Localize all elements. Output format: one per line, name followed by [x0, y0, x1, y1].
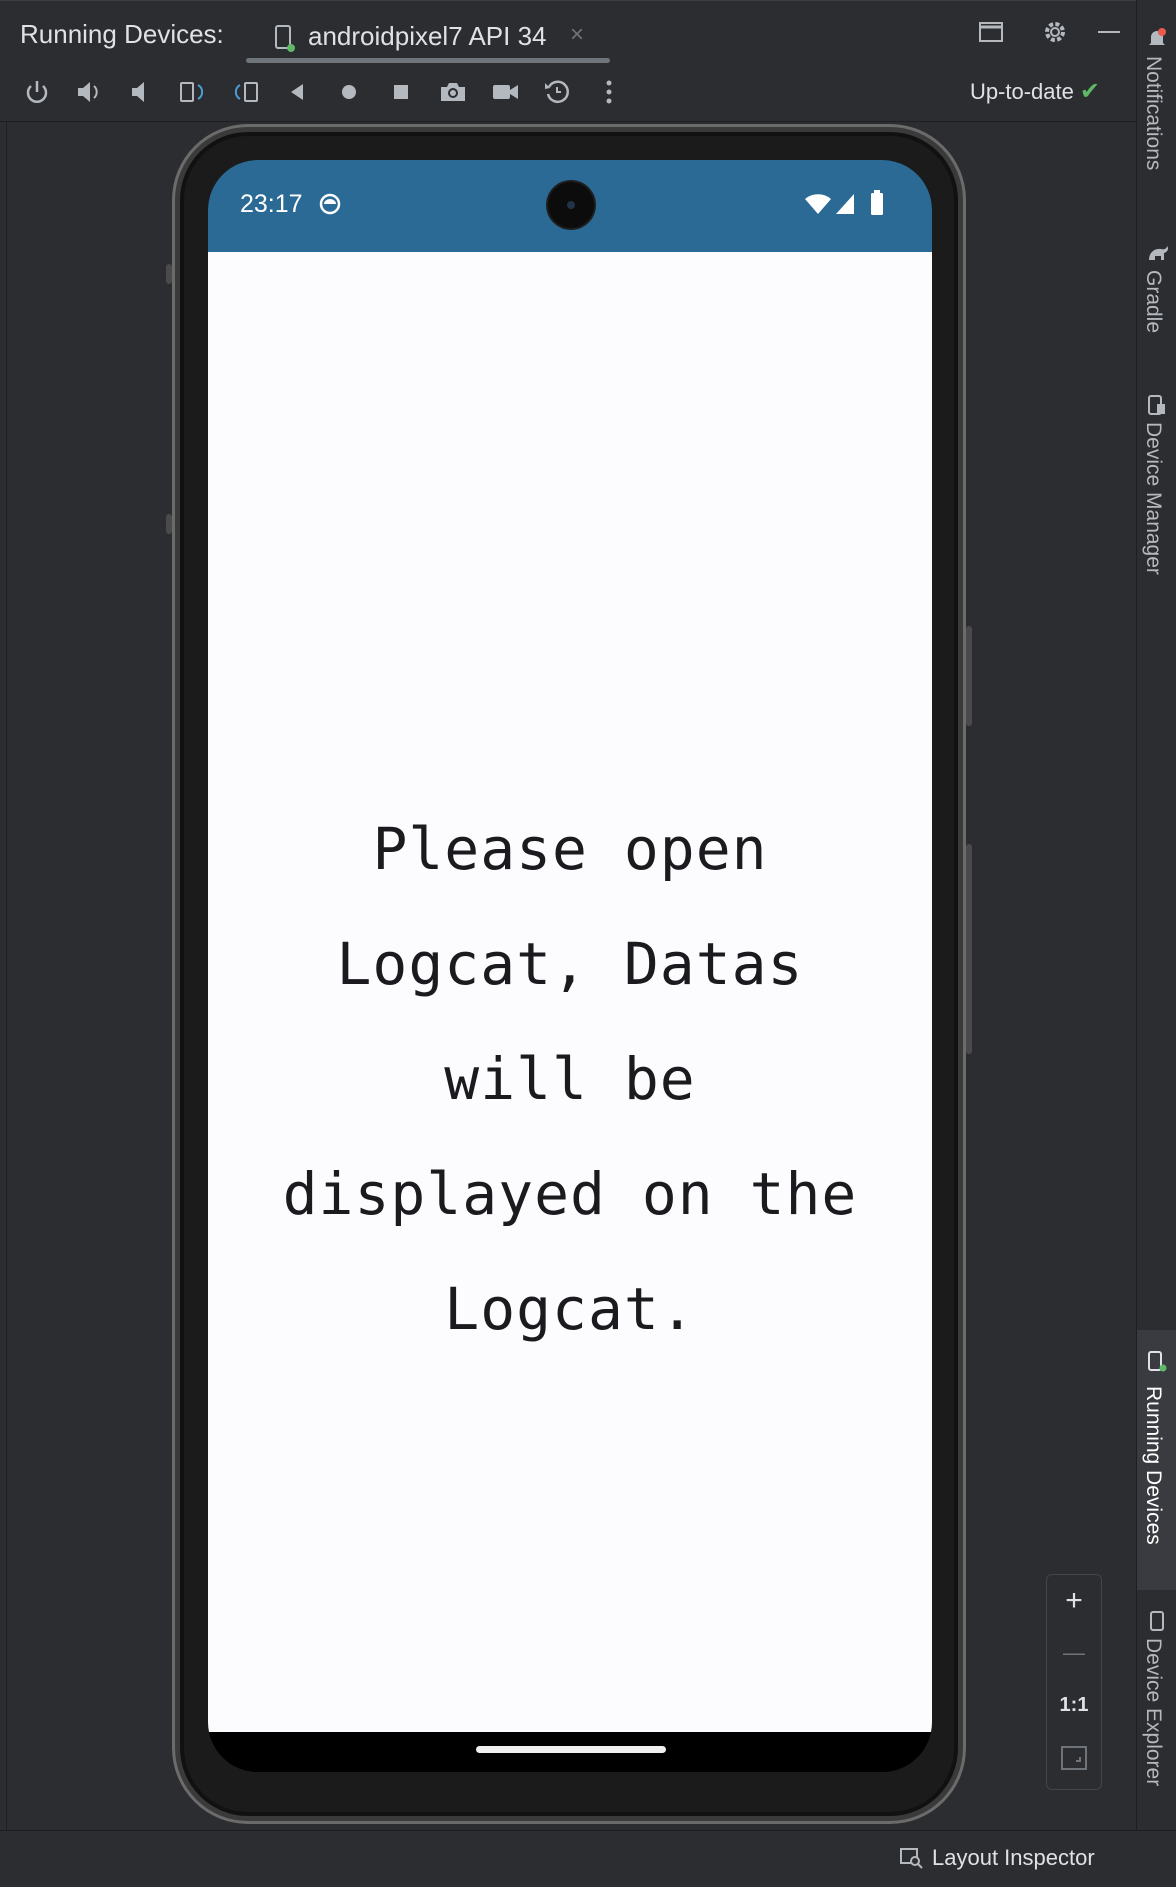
- actual-size-button[interactable]: 1:1: [1047, 1679, 1101, 1731]
- android-nav-bar: [208, 1732, 932, 1772]
- volume-down-icon[interactable]: [126, 77, 156, 107]
- running-devices-header: Running Devices: androidpixel7 API 34 ×: [0, 0, 1136, 64]
- message-line: Please open: [372, 815, 768, 883]
- fit-screen-button[interactable]: [1047, 1731, 1101, 1783]
- cellular-signal-icon: [834, 192, 856, 221]
- tool-tab-running-devices[interactable]: Running Devices: [1137, 1330, 1176, 1590]
- bell-icon: [1147, 28, 1167, 50]
- volume-up-icon[interactable]: [74, 77, 104, 107]
- device-explorer-icon: [1147, 1610, 1167, 1632]
- home-icon[interactable]: [334, 77, 364, 107]
- window-layout-icon[interactable]: [976, 17, 1006, 47]
- panel-title: Running Devices:: [20, 19, 224, 49]
- build-status-label: Up-to-date: [969, 79, 1074, 104]
- zoom-out-button[interactable]: —: [1047, 1627, 1101, 1679]
- device-tab-label: androidpixel7 API 34: [308, 21, 547, 51]
- message-line: will be: [444, 1045, 696, 1113]
- tool-tab-device-manager[interactable]: Device Manager: [1137, 388, 1176, 608]
- message-line: displayed on the: [282, 1160, 858, 1228]
- rotate-right-icon[interactable]: [230, 77, 260, 107]
- running-devices-icon: [1147, 1350, 1167, 1372]
- tool-tab-label: Device Explorer: [1142, 1638, 1165, 1787]
- settings-gear-icon[interactable]: [1040, 17, 1070, 47]
- tool-tab-label: Running Devices: [1142, 1386, 1165, 1545]
- power-icon[interactable]: [22, 77, 52, 107]
- tool-tab-label: Gradle: [1142, 270, 1165, 334]
- battery-icon: [870, 190, 884, 221]
- message-line: Logcat.: [444, 1275, 696, 1343]
- layout-inspector-button[interactable]: Layout Inspector: [900, 1845, 1095, 1871]
- rotate-left-icon[interactable]: [178, 77, 208, 107]
- message-line: Logcat, Datas: [336, 930, 804, 998]
- build-status: Up-to-date ✔: [970, 77, 1100, 106]
- close-tab-icon[interactable]: ×: [570, 21, 584, 49]
- frame-notch: [166, 514, 172, 534]
- device-icon: [274, 25, 296, 53]
- minimize-icon[interactable]: [1094, 17, 1124, 47]
- screen-record-icon[interactable]: [490, 77, 520, 107]
- overview-icon[interactable]: [386, 77, 416, 107]
- android-debug-icon: [318, 192, 342, 221]
- tool-tab-gradle[interactable]: Gradle: [1137, 236, 1176, 356]
- frame-notch: [166, 264, 172, 284]
- wifi-icon: [804, 192, 832, 221]
- app-content: Please open Logcat, Datas will be displa…: [208, 252, 932, 1732]
- device-tab[interactable]: androidpixel7 API 34 ×: [246, 11, 610, 63]
- front-camera: [548, 182, 594, 228]
- device-frame: 23:17 Please open Logcat, Datas will be …: [166, 124, 972, 1824]
- gesture-home-pill[interactable]: [476, 1746, 666, 1753]
- more-icon[interactable]: [594, 77, 624, 107]
- frame-power-button: [966, 626, 972, 726]
- device-screen[interactable]: 23:17 Please open Logcat, Datas will be …: [208, 160, 932, 1772]
- bottom-status-bar: Layout Inspector: [0, 1830, 1176, 1887]
- fit-screen-icon: [1061, 1746, 1087, 1771]
- status-time: 23:17: [240, 190, 303, 218]
- device-manager-icon: [1147, 394, 1167, 416]
- screenshot-icon[interactable]: [438, 77, 468, 107]
- tool-tab-label: Notifications: [1142, 56, 1165, 171]
- device-toolbar: Up-to-date ✔: [0, 63, 1136, 122]
- checkmark-icon: ✔: [1079, 78, 1100, 105]
- right-tool-strip: Notifications Gradle Device Manager Runn…: [1136, 0, 1176, 1886]
- frame-volume-button: [966, 844, 972, 1054]
- zoom-in-button[interactable]: +: [1047, 1575, 1101, 1627]
- back-icon[interactable]: [282, 77, 312, 107]
- tool-tab-notifications[interactable]: Notifications: [1137, 22, 1176, 212]
- layout-inspector-icon: [900, 1848, 923, 1869]
- left-tool-strip: [0, 122, 7, 1830]
- tool-tab-device-explorer[interactable]: Device Explorer: [1137, 1604, 1176, 1820]
- tool-tab-label: Device Manager: [1142, 422, 1165, 575]
- android-status-bar: 23:17: [208, 160, 932, 252]
- logcat-message: Please open Logcat, Datas will be displa…: [248, 792, 892, 1367]
- layout-inspector-label: Layout Inspector: [932, 1845, 1095, 1870]
- reset-icon[interactable]: [542, 77, 572, 107]
- zoom-controls: + — 1:1: [1046, 1574, 1102, 1790]
- gradle-elephant-icon: [1147, 242, 1168, 264]
